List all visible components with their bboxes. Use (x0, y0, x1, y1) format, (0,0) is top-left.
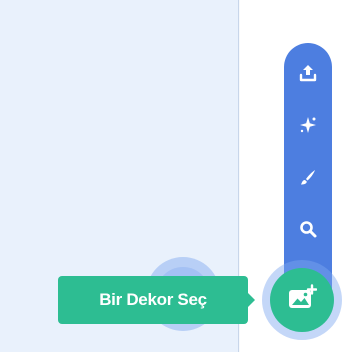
choose-backdrop-tooltip-label: Bir Dekor Seç (99, 290, 207, 309)
paint-backdrop-button[interactable] (284, 153, 332, 201)
search-backdrop-button[interactable] (284, 205, 332, 253)
backdrop-menu (284, 43, 332, 293)
surprise-backdrop-button[interactable] (284, 101, 332, 149)
sparkle-icon (298, 115, 318, 135)
stage-area: Bir Dekor Seç (0, 0, 346, 352)
search-icon (298, 219, 318, 239)
choose-backdrop-tooltip: Bir Dekor Seç (58, 276, 248, 324)
backdrop-image-add-icon (287, 283, 318, 317)
tooltip-arrow (247, 292, 255, 308)
upload-icon (298, 63, 318, 83)
upload-backdrop-button[interactable] (284, 49, 332, 97)
paintbrush-icon (298, 167, 318, 187)
choose-backdrop-button[interactable] (270, 268, 334, 332)
